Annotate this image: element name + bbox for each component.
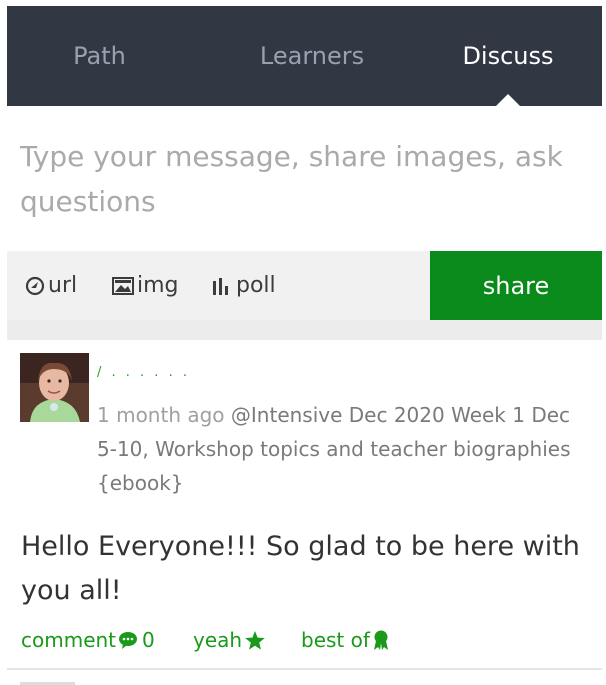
yeah-label: yeah xyxy=(193,628,243,652)
add-poll-button[interactable]: poll xyxy=(211,251,276,320)
post-bottom-divider xyxy=(7,668,602,670)
post-meta: 1 month ago @Intensive Dec 2020 Week 1 D… xyxy=(97,398,592,500)
add-url-button[interactable]: url xyxy=(25,251,77,320)
add-image-button[interactable]: img xyxy=(112,251,179,320)
tab-learners[interactable]: Learners xyxy=(212,6,412,106)
tab-bar: Path Learners Discuss xyxy=(7,6,602,106)
best-of-button[interactable]: best of xyxy=(301,628,390,652)
yeah-button[interactable]: yeah xyxy=(193,628,266,652)
best-of-label: best of xyxy=(301,628,370,652)
section-divider xyxy=(7,320,602,340)
speech-bubble-icon xyxy=(119,632,138,649)
comment-count: 0 xyxy=(142,628,155,652)
link-globe-icon xyxy=(25,276,45,295)
active-tab-indicator xyxy=(496,94,520,106)
share-button[interactable]: share xyxy=(430,251,602,320)
tab-path[interactable]: Path xyxy=(7,6,192,106)
post-timestamp: 1 month ago xyxy=(97,403,225,427)
avatar[interactable] xyxy=(20,353,89,422)
image-icon xyxy=(112,276,134,295)
author-name[interactable]: / . . . . . . xyxy=(97,365,190,380)
tab-discuss[interactable]: Discuss xyxy=(415,6,601,106)
comment-label: comment xyxy=(21,628,117,652)
star-icon xyxy=(245,630,265,650)
comment-button[interactable]: comment 0 xyxy=(21,628,155,652)
avatar-photo xyxy=(20,353,89,422)
post-actions: comment 0 yeah best of xyxy=(21,628,591,658)
poll-bars-icon xyxy=(213,277,228,295)
message-input[interactable] xyxy=(20,134,585,224)
img-label: img xyxy=(137,273,179,298)
message-composer xyxy=(7,106,602,251)
post-body: Hello Everyone!!! So glad to be here wit… xyxy=(21,531,580,606)
poll-label: poll xyxy=(236,273,276,298)
discussion-post: / . . . . . . 1 month ago @Intensive Dec… xyxy=(7,340,602,670)
award-ribbon-icon xyxy=(373,630,388,650)
url-label: url xyxy=(48,273,78,298)
